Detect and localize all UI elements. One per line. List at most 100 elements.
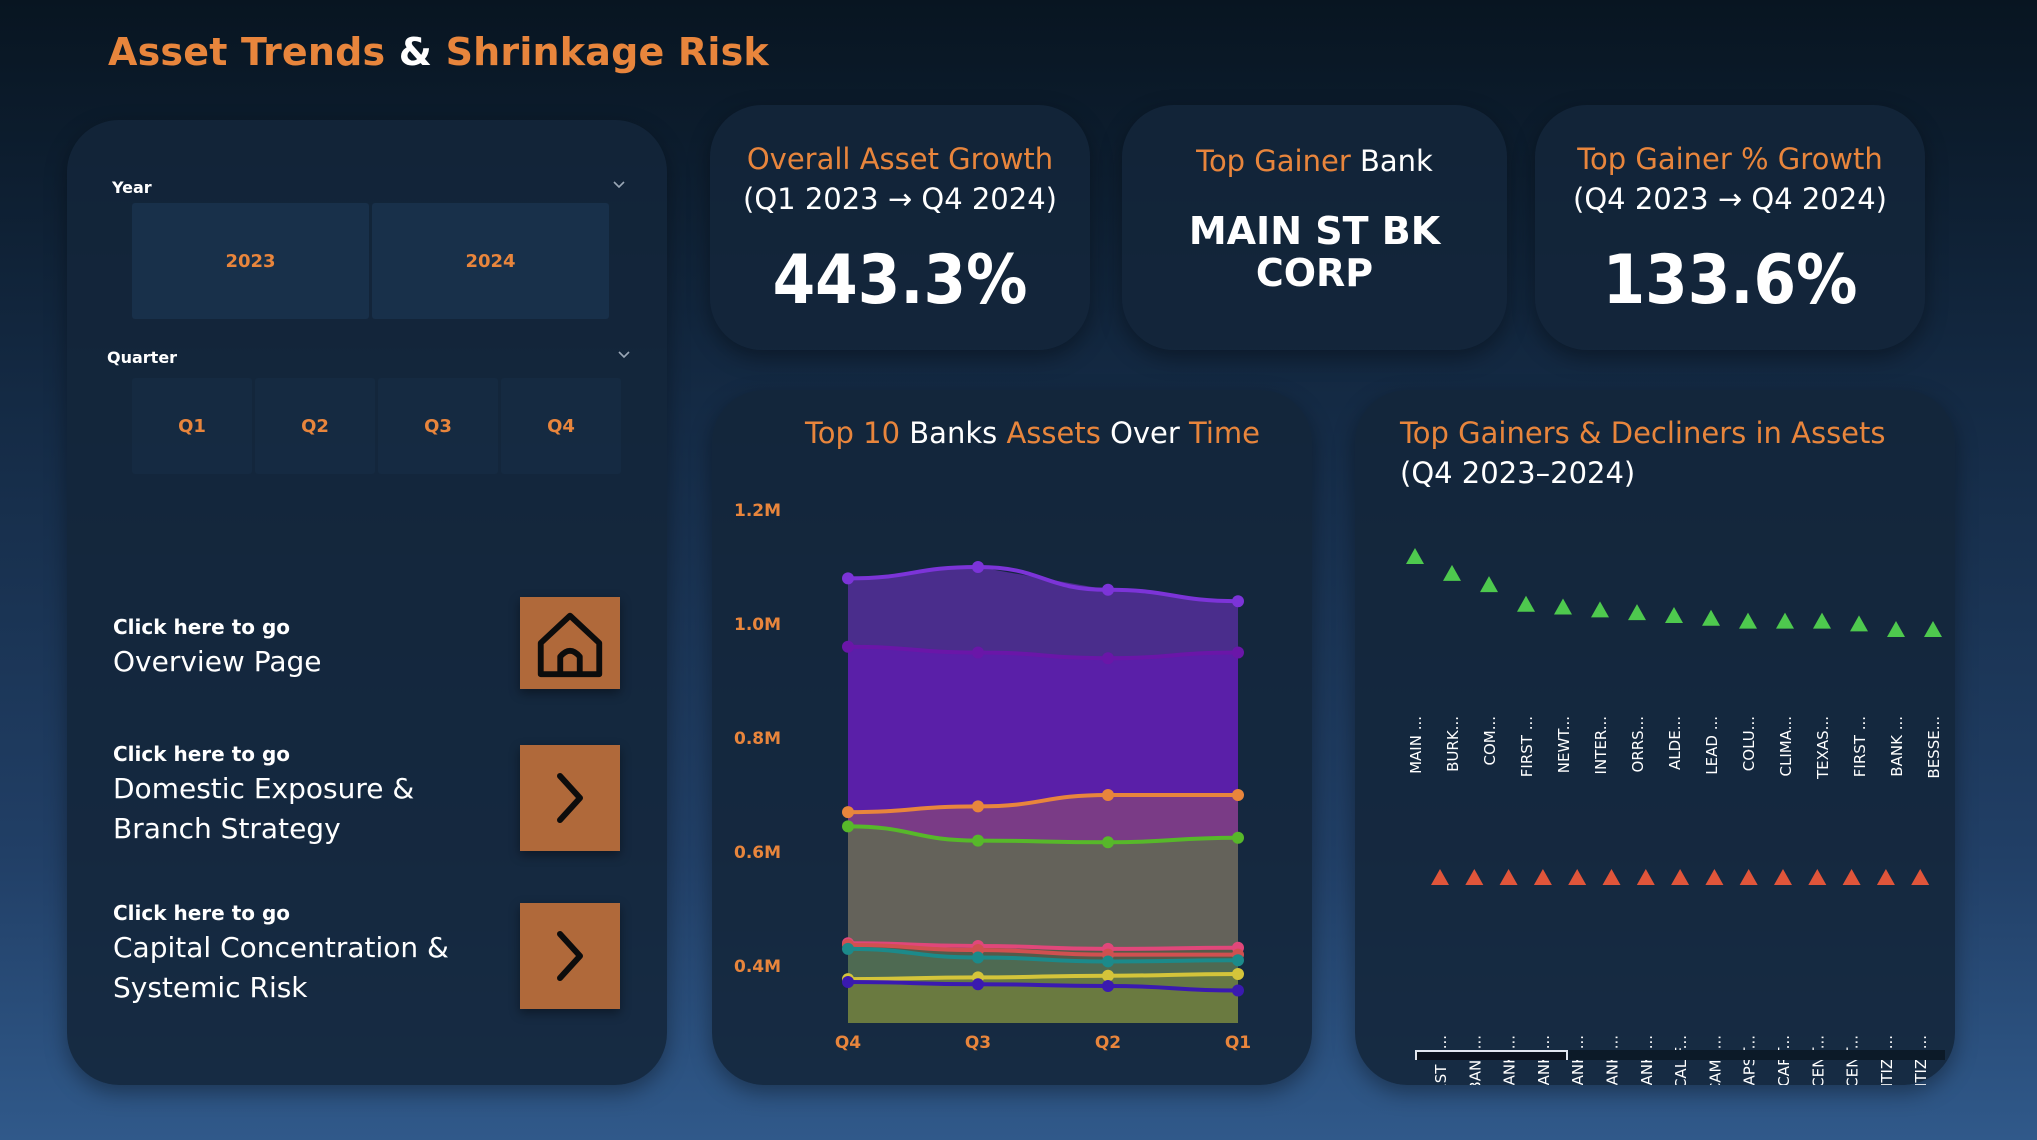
data-point[interactable] — [1102, 955, 1114, 968]
gainer-marker[interactable] — [1591, 601, 1609, 618]
data-point[interactable] — [1232, 954, 1244, 967]
gainer-label: NEWT... — [1555, 716, 1573, 773]
top-gainer-bank-line2: CORP — [1255, 251, 1374, 295]
capital-concentration-button[interactable] — [520, 903, 620, 1009]
year-2023-button[interactable]: 2023 — [132, 203, 369, 319]
kpi-growth-value: 443.3% — [772, 241, 1028, 320]
gainer-marker[interactable] — [1517, 595, 1535, 612]
gainer-label: TEXAS... — [1814, 716, 1832, 780]
data-point[interactable] — [842, 820, 854, 833]
gainer-marker[interactable] — [1406, 548, 1424, 564]
data-point[interactable] — [1232, 595, 1244, 608]
nav-overview-label: Overview Page — [113, 645, 322, 678]
decliner-label: BANC... — [1466, 1035, 1484, 1085]
decliner-marker[interactable] — [1705, 869, 1724, 885]
scrollbar-track[interactable] — [1415, 1050, 1945, 1060]
kpi-growth-title: Overall Asset Growth — [746, 142, 1054, 176]
decliner-marker[interactable] — [1568, 869, 1587, 885]
kpi-growth-subtitle: (Q1 2023 → Q4 2024) — [743, 182, 1057, 216]
decliner-marker[interactable] — [1808, 869, 1827, 885]
scrollbar-thumb[interactable] — [1415, 1050, 1568, 1060]
title-part-1: Asset Trends — [108, 30, 386, 74]
gainer-label: LEAD ... — [1703, 716, 1721, 775]
gainer-marker[interactable] — [1554, 598, 1572, 615]
data-point[interactable] — [1102, 836, 1114, 849]
data-point[interactable] — [1232, 831, 1244, 844]
gainers-decliners-panel: Top Gainers & Decliners in Assets (Q4 20… — [1355, 390, 1955, 1085]
quarter-slicer-label: Quarter — [107, 348, 178, 367]
data-point[interactable] — [842, 806, 854, 819]
gainer-marker[interactable] — [1887, 621, 1905, 637]
decliner-label: CENT... — [1844, 1035, 1862, 1085]
quarter-q2-button[interactable]: Q2 — [255, 378, 375, 474]
data-point[interactable] — [842, 975, 854, 988]
data-point[interactable] — [972, 646, 984, 659]
gainer-marker[interactable] — [1665, 606, 1683, 623]
gainer-label: INTER... — [1592, 716, 1610, 774]
data-point[interactable] — [972, 978, 984, 991]
decliner-marker[interactable] — [1636, 869, 1655, 885]
data-point[interactable] — [842, 640, 854, 653]
gainer-marker[interactable] — [1443, 564, 1461, 581]
quarter-q1-button[interactable]: Q1 — [132, 378, 252, 474]
decliner-marker[interactable] — [1911, 869, 1930, 885]
nav-domestic-label-line2: Branch Strategy — [113, 812, 341, 845]
data-point[interactable] — [1232, 646, 1244, 659]
kpi-gainer-title-a: Top Gainer — [1196, 144, 1351, 178]
quarter-q4-button[interactable]: Q4 — [501, 378, 621, 474]
kpi-pct-subtitle: (Q4 2023 → Q4 2024) — [1573, 182, 1887, 216]
data-point[interactable] — [1102, 583, 1114, 596]
y-tick-label: 1.2M — [734, 501, 781, 521]
nav-capital-label-line1: Capital Concentration & — [113, 931, 449, 964]
gainer-label: ALDE... — [1666, 716, 1684, 770]
data-point[interactable] — [972, 800, 984, 813]
gainer-label: FIRST ... — [1851, 716, 1869, 777]
kpi-top-gainer-bank: Top Gainer Bank MAIN ST BK CORP — [1122, 105, 1507, 350]
decliner-marker[interactable] — [1671, 869, 1690, 885]
data-point[interactable] — [1232, 984, 1244, 997]
data-point[interactable] — [972, 834, 984, 847]
decliner-marker[interactable] — [1465, 869, 1484, 885]
decliner-marker[interactable] — [1739, 869, 1758, 885]
chevron-right-icon — [557, 931, 583, 981]
decliner-marker[interactable] — [1602, 869, 1621, 885]
domestic-exposure-button[interactable] — [520, 745, 620, 851]
chevron-down-icon[interactable] — [612, 178, 626, 192]
data-point[interactable] — [1102, 969, 1114, 982]
overview-page-button[interactable] — [520, 597, 620, 689]
data-point[interactable] — [1102, 979, 1114, 992]
data-point[interactable] — [1232, 967, 1244, 980]
title-part-2: Shrinkage Risk — [445, 30, 769, 74]
quarter-q3-button[interactable]: Q3 — [378, 378, 498, 474]
gainer-marker[interactable] — [1702, 609, 1720, 626]
data-point[interactable] — [842, 942, 854, 955]
chevron-down-icon[interactable] — [617, 348, 631, 362]
gainer-marker[interactable] — [1776, 612, 1794, 629]
decliner-label: CITIZE... — [1912, 1035, 1930, 1085]
y-tick-label: 0.8M — [734, 729, 781, 749]
data-point[interactable] — [972, 951, 984, 964]
decliner-marker[interactable] — [1774, 869, 1792, 885]
gainer-marker[interactable] — [1480, 576, 1498, 593]
gainer-marker[interactable] — [1924, 621, 1942, 637]
gainer-marker[interactable] — [1813, 612, 1831, 629]
decliner-marker[interactable] — [1499, 869, 1518, 885]
year-2024-button[interactable]: 2024 — [372, 203, 609, 319]
x-tick-label: Q3 — [965, 1033, 991, 1053]
gainer-label: FIRST ... — [1518, 716, 1536, 777]
data-point[interactable] — [842, 572, 854, 585]
data-point[interactable] — [1232, 789, 1244, 801]
decliner-marker[interactable] — [1533, 869, 1552, 885]
gainer-marker[interactable] — [1628, 604, 1646, 621]
x-tick-label: Q4 — [835, 1033, 861, 1053]
gainer-marker[interactable] — [1739, 612, 1757, 629]
decliner-marker[interactable] — [1842, 869, 1861, 885]
data-point[interactable] — [972, 561, 984, 573]
data-point[interactable] — [1102, 652, 1114, 665]
chevron-right-icon — [557, 773, 583, 823]
data-point[interactable] — [1102, 789, 1114, 801]
decliner-label: CALIF... — [1672, 1035, 1690, 1085]
decliner-marker[interactable] — [1876, 869, 1895, 885]
gainer-marker[interactable] — [1850, 615, 1868, 632]
decliner-marker[interactable] — [1431, 869, 1449, 885]
